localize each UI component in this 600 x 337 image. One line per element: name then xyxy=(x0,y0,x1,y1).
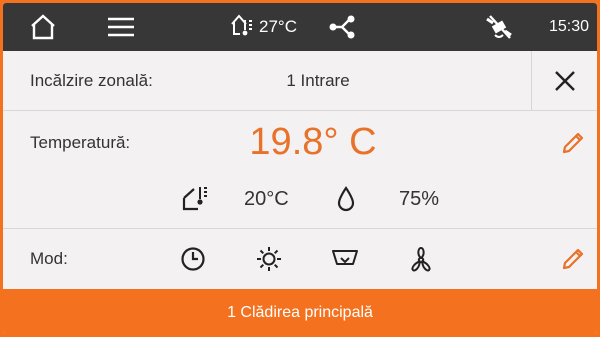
network-share-icon[interactable] xyxy=(327,3,359,51)
humidity-drop-icon xyxy=(333,185,359,213)
temperature-row: Temperatură: 19.8° C 20°C 75% xyxy=(3,111,597,229)
temperature-label: Temperatură: xyxy=(30,133,131,152)
sun-icon[interactable] xyxy=(253,243,285,275)
outdoor-temperature: 27°C xyxy=(229,3,297,51)
no-satellite-icon[interactable] xyxy=(483,3,515,51)
app-frame: 27°C 15:30 Incălzire zonală: 1 Intrare T… xyxy=(0,0,600,337)
close-button[interactable] xyxy=(532,51,597,110)
top-bar: 27°C 15:30 xyxy=(3,3,597,51)
outdoor-temperature-value: 27°C xyxy=(259,17,297,36)
zone-value[interactable]: 1 Intrare xyxy=(233,51,403,110)
pencil-icon xyxy=(562,132,584,154)
current-temperature: 19.8° C xyxy=(249,121,377,163)
edit-temperature-button[interactable] xyxy=(555,125,591,161)
clock-time: 15:30 xyxy=(548,18,589,35)
pencil-icon xyxy=(562,248,584,270)
hamburger-menu-icon[interactable] xyxy=(103,3,139,51)
clock-icon[interactable] xyxy=(177,243,209,275)
building-selector-button[interactable]: 1 Clădirea principală xyxy=(3,289,597,334)
setpoint-temperature: 20°C xyxy=(244,188,289,210)
edit-mode-button[interactable] xyxy=(555,241,591,277)
fan-icon[interactable] xyxy=(405,243,437,275)
zone-row: Incălzire zonală: 1 Intrare xyxy=(3,51,597,111)
zone-label: Incălzire zonală: xyxy=(30,71,153,90)
building-label: 1 Clădirea principală xyxy=(227,304,373,321)
close-icon xyxy=(554,70,575,91)
humidity-value: 75% xyxy=(399,188,440,210)
mode-row: Mod: xyxy=(3,229,597,288)
setpoint-thermostat-icon xyxy=(181,183,211,213)
setback-icon[interactable] xyxy=(329,243,361,275)
home-icon[interactable] xyxy=(25,3,61,51)
mode-label: Mod: xyxy=(30,249,68,268)
outdoor-thermometer-icon xyxy=(229,12,255,43)
